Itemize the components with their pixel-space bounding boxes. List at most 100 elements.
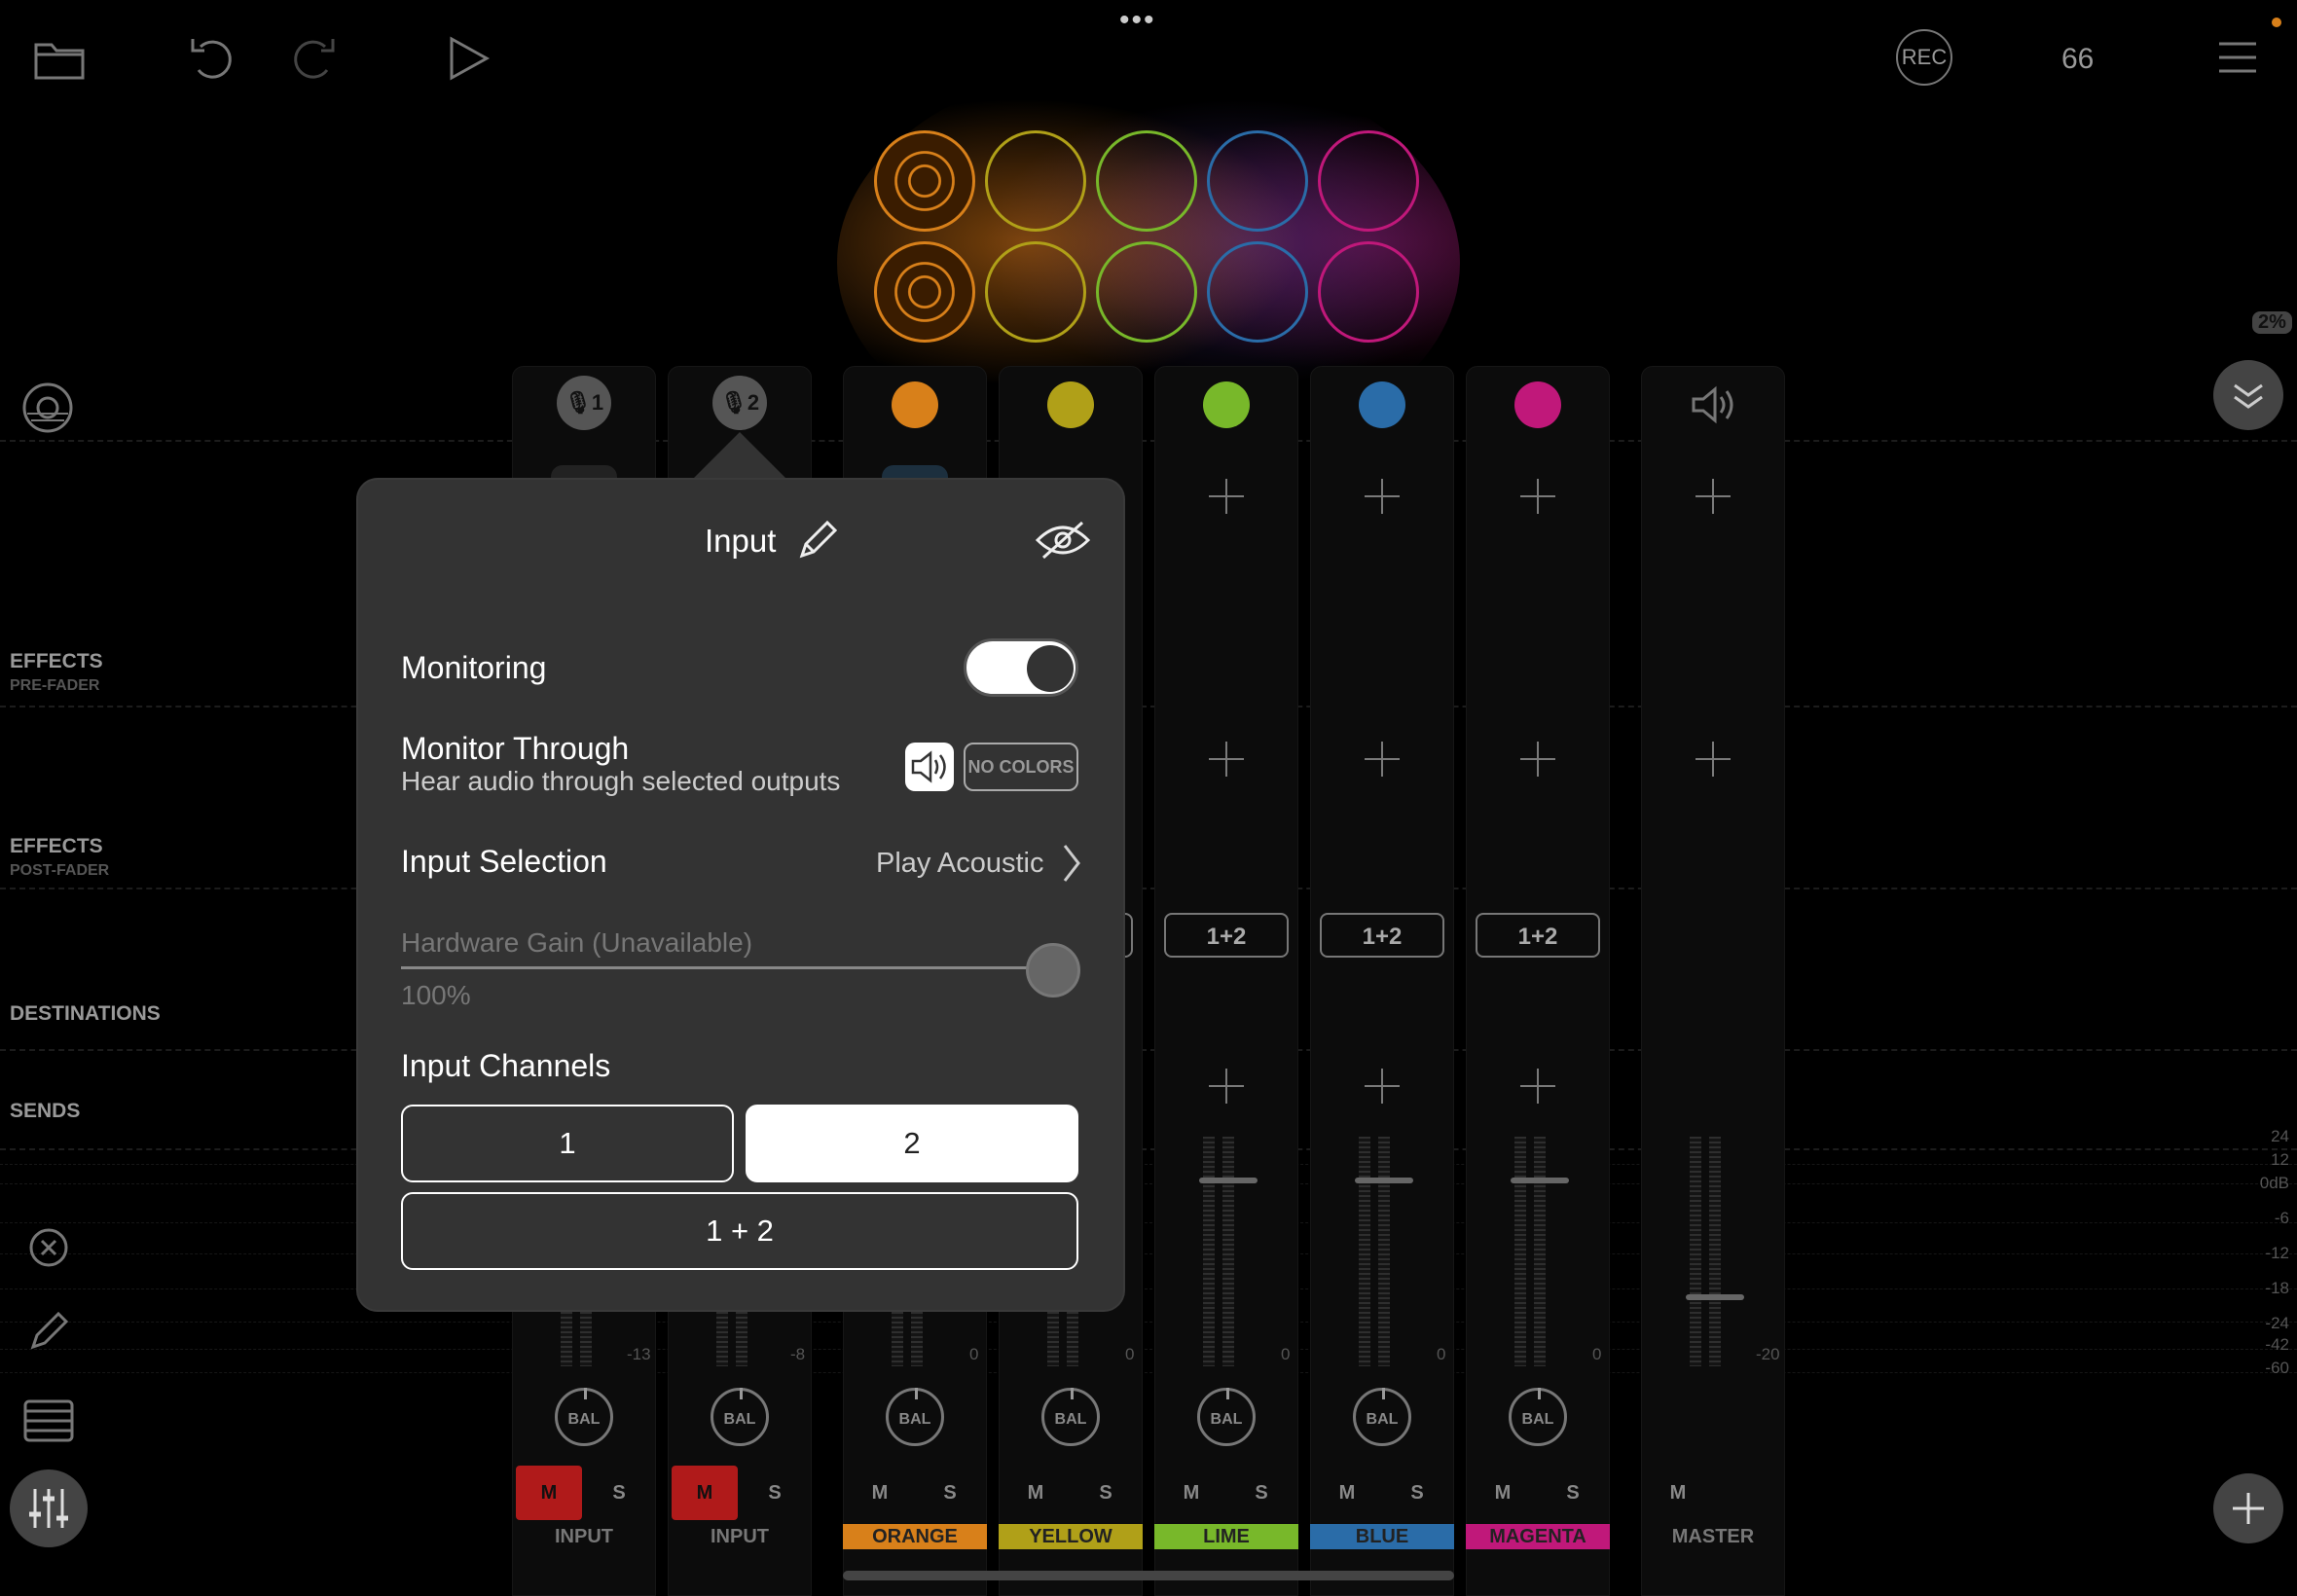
lime-post-effect-add[interactable]	[1209, 742, 1244, 777]
blue-mute-button[interactable]: M	[1314, 1466, 1380, 1520]
magenta-send-add[interactable]	[1520, 1069, 1555, 1104]
input-2-balance-knob[interactable]: BAL	[711, 1388, 769, 1446]
edit-pencil-icon[interactable]	[796, 519, 839, 562]
lime-send-add[interactable]	[1209, 1069, 1244, 1104]
blue-color-dot[interactable]	[1359, 381, 1405, 428]
mixer-button[interactable]	[10, 1469, 88, 1547]
popup-title: Input	[705, 523, 777, 559]
pad-yellow-1[interactable]	[985, 130, 1086, 232]
yellow-channel-label[interactable]: YELLOW	[999, 1524, 1143, 1549]
lime-color-dot[interactable]	[1203, 381, 1250, 428]
track-list-icon[interactable]	[23, 1399, 74, 1442]
input-channel-1-2-button[interactable]: 1 + 2	[401, 1192, 1078, 1270]
magenta-post-effect-add[interactable]	[1520, 742, 1555, 777]
close-circle-icon[interactable]	[27, 1226, 70, 1269]
mic-2-button[interactable]: 🎙2	[712, 376, 767, 430]
magenta-pre-effect-add[interactable]	[1520, 479, 1555, 514]
monitoring-label: Monitoring	[401, 650, 547, 685]
magenta-db: 0	[1592, 1345, 1602, 1363]
pad-lime-1[interactable]	[1096, 130, 1197, 232]
lime-channel-label[interactable]: LIME	[1154, 1524, 1298, 1549]
pad-blue-1[interactable]	[1207, 130, 1308, 232]
magenta-color-dot[interactable]	[1514, 381, 1561, 428]
magenta-balance-knob[interactable]: BAL	[1509, 1388, 1567, 1446]
input-1-balance-knob[interactable]: BAL	[555, 1388, 613, 1446]
monitor-through-sublabel: Hear audio through selected outputs	[401, 766, 841, 796]
orange-mute-button[interactable]: M	[847, 1466, 913, 1520]
play-icon[interactable]	[448, 35, 491, 82]
lime-fader[interactable]	[1199, 1178, 1258, 1183]
magenta-destination-button[interactable]: 1+2	[1476, 913, 1600, 958]
master-fader[interactable]	[1686, 1294, 1744, 1300]
blue-channel-label[interactable]: BLUE	[1310, 1524, 1454, 1549]
no-colors-button[interactable]: NO COLORS	[964, 743, 1078, 791]
orange-solo-button[interactable]: S	[917, 1466, 983, 1520]
folder-icon[interactable]	[33, 37, 86, 80]
input-1-solo-button[interactable]: S	[586, 1466, 652, 1520]
magenta-fader[interactable]	[1511, 1178, 1569, 1183]
blue-send-add[interactable]	[1365, 1069, 1400, 1104]
lime-pre-effect-add[interactable]	[1209, 479, 1244, 514]
master-pre-effect-add[interactable]	[1695, 479, 1731, 514]
record-disc-icon[interactable]	[21, 381, 74, 434]
yellow-color-dot[interactable]	[1047, 381, 1094, 428]
yellow-mute-button[interactable]: M	[1003, 1466, 1069, 1520]
pad-magenta-2[interactable]	[1318, 241, 1419, 343]
magenta-mute-button[interactable]: M	[1470, 1466, 1536, 1520]
pad-yellow-2[interactable]	[985, 241, 1086, 343]
blue-fader[interactable]	[1355, 1178, 1413, 1183]
menu-icon[interactable]	[2217, 41, 2258, 74]
input-2-solo-button[interactable]: S	[742, 1466, 808, 1520]
redo-icon[interactable]	[286, 33, 337, 84]
pad-lime-2[interactable]	[1096, 241, 1197, 343]
lime-balance-knob[interactable]: BAL	[1197, 1388, 1256, 1446]
yellow-balance-knob[interactable]: BAL	[1041, 1388, 1100, 1446]
horizontal-scrollbar[interactable]	[843, 1571, 1454, 1580]
master-channel-label[interactable]: MASTER	[1641, 1524, 1785, 1549]
input-2-channel-label[interactable]: INPUT	[668, 1524, 812, 1549]
lime-mute-button[interactable]: M	[1158, 1466, 1224, 1520]
hide-eye-icon[interactable]	[1034, 519, 1092, 562]
orange-color-dot[interactable]	[892, 381, 938, 428]
more-options-icon[interactable]: •••	[1119, 4, 1156, 37]
input-channels-label: Input Channels	[401, 1048, 611, 1083]
blue-solo-button[interactable]: S	[1384, 1466, 1450, 1520]
blue-balance-knob[interactable]: BAL	[1353, 1388, 1411, 1446]
speaker-output-button[interactable]	[905, 743, 954, 791]
input-channel-1-button[interactable]: 1	[401, 1105, 734, 1182]
yellow-solo-button[interactable]: S	[1073, 1466, 1139, 1520]
magenta-solo-button[interactable]: S	[1540, 1466, 1606, 1520]
input-selection-value[interactable]: Play Acoustic	[876, 848, 1043, 880]
undo-icon[interactable]	[189, 33, 239, 84]
mic-1-button[interactable]: 🎙1	[557, 376, 611, 430]
tempo-display[interactable]: 66	[2061, 43, 2094, 76]
hardware-gain-slider-thumb[interactable]	[1026, 943, 1080, 998]
magenta-channel-label[interactable]: MAGENTA	[1466, 1524, 1610, 1549]
collapse-button[interactable]	[2213, 360, 2283, 430]
lime-solo-button[interactable]: S	[1228, 1466, 1294, 1520]
magenta-meter-r	[1534, 1137, 1546, 1366]
pencil-icon[interactable]	[27, 1310, 70, 1353]
master-post-effect-add[interactable]	[1695, 742, 1731, 777]
blue-pre-effect-add[interactable]	[1365, 479, 1400, 514]
input-2-mute-button[interactable]: M	[672, 1466, 738, 1520]
chevron-right-icon[interactable]	[1061, 842, 1082, 885]
rec-button[interactable]: REC	[1896, 29, 1952, 86]
pad-blue-2[interactable]	[1207, 241, 1308, 343]
orange-balance-knob[interactable]: BAL	[886, 1388, 944, 1446]
pad-orange-1[interactable]	[874, 130, 975, 232]
input-1-channel-label[interactable]: INPUT	[512, 1524, 656, 1549]
monitoring-toggle[interactable]	[964, 638, 1078, 697]
master-mute-button[interactable]: M	[1645, 1466, 1711, 1520]
speaker-icon[interactable]	[1690, 383, 1736, 426]
effects-pre-label: EFFECTS	[10, 650, 103, 672]
pad-orange-2[interactable]	[874, 241, 975, 343]
pad-magenta-1[interactable]	[1318, 130, 1419, 232]
input-1-mute-button[interactable]: M	[516, 1466, 582, 1520]
orange-channel-label[interactable]: ORANGE	[843, 1524, 987, 1549]
input-channel-2-button[interactable]: 2	[746, 1105, 1078, 1182]
lime-destination-button[interactable]: 1+2	[1164, 913, 1289, 958]
blue-destination-button[interactable]: 1+2	[1320, 913, 1444, 958]
blue-post-effect-add[interactable]	[1365, 742, 1400, 777]
add-track-button[interactable]	[2213, 1473, 2283, 1543]
